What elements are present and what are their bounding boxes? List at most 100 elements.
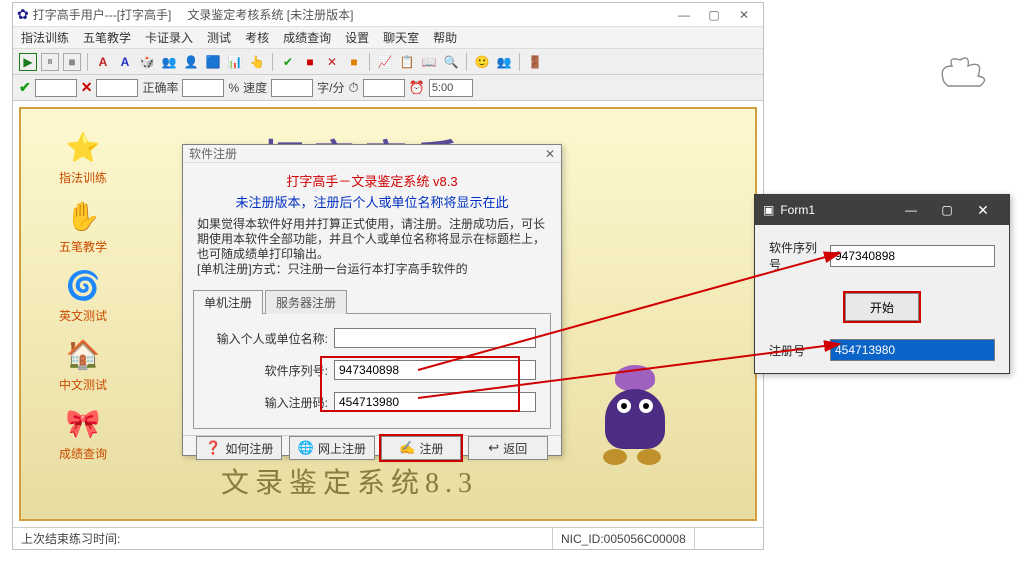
menu-fingering[interactable]: 指法训练 — [21, 29, 69, 46]
block-icon[interactable]: 🟦 — [204, 53, 222, 71]
swirl-icon: 🌀 — [61, 265, 105, 305]
menu-exam[interactable]: 考核 — [245, 29, 269, 46]
pct-label: % — [228, 81, 239, 95]
play-icon[interactable]: ▶ — [19, 53, 37, 71]
globe-icon: 🌐 — [298, 440, 314, 456]
form1-serial-input[interactable] — [830, 245, 995, 267]
correct-value — [35, 79, 77, 97]
menu-wubi[interactable]: 五笔教学 — [83, 29, 131, 46]
sidebar: ⭐ 指法训练 ✋ 五笔教学 🌀 英文测试 🏠 中文测试 🎀 成绩查询 — [43, 127, 123, 462]
menu-test[interactable]: 测试 — [207, 29, 231, 46]
titlebar: ✿ 打字高手用户---[打字高手] 文录鉴定考核系统 [未注册版本] — ▢ ✕ — [13, 3, 763, 27]
user-icon[interactable]: 🙂 — [473, 53, 491, 71]
form1-code-input[interactable] — [830, 339, 995, 361]
serial-input[interactable] — [334, 360, 536, 380]
how-register-button[interactable]: ❓如何注册 — [196, 436, 282, 460]
sidebar-item-english[interactable]: 🌀 英文测试 — [59, 265, 107, 324]
menu-settings[interactable]: 设置 — [345, 29, 369, 46]
wrong-icon: ✕ — [81, 79, 93, 96]
register-button[interactable]: ✍注册 — [381, 436, 461, 460]
code-input[interactable] — [334, 392, 536, 412]
sidebar-item-label: 英文测试 — [59, 307, 107, 324]
speed-label: 速度 — [243, 79, 267, 96]
sidebar-item-label: 成绩查询 — [59, 445, 107, 462]
sidebar-item-score[interactable]: 🎀 成绩查询 — [59, 403, 107, 462]
speed-value — [271, 79, 313, 97]
check-icon[interactable]: ✔ — [279, 53, 297, 71]
book-icon[interactable]: 📖 — [420, 53, 438, 71]
form1-start-button[interactable]: 开始 — [845, 293, 919, 321]
wrong-value — [96, 79, 138, 97]
form1-title: Form1 — [780, 203, 893, 217]
minimize-button[interactable]: — — [669, 5, 699, 25]
rate-label: 正确率 — [142, 79, 178, 96]
form1-titlebar: ▣ Form1 — ▢ ✕ — [755, 195, 1009, 225]
write-icon: ✍ — [399, 440, 415, 456]
cross-icon[interactable]: ✕ — [323, 53, 341, 71]
flag-icon[interactable]: ■ — [301, 53, 319, 71]
sidebar-item-fingering[interactable]: ⭐ 指法训练 — [59, 127, 107, 186]
form1-max-button[interactable]: ▢ — [929, 203, 965, 217]
question-icon: ❓ — [205, 440, 221, 456]
form1-min-button[interactable]: — — [893, 203, 929, 217]
unit-label: 字/分 — [317, 79, 344, 96]
pause-icon[interactable]: ⏸ — [41, 53, 59, 71]
people-icon[interactable]: 👥 — [160, 53, 178, 71]
square-icon[interactable]: ■ — [345, 53, 363, 71]
menu-card[interactable]: 卡证录入 — [145, 29, 193, 46]
toolbar-icons: ▶ ⏸ ■ A A 🎲 👥 👤 🟦 📊 👆 ✔ ■ ✕ ■ 📈 📋 📖 🔍 🙂 … — [13, 49, 763, 75]
form1-window: ▣ Form1 — ▢ ✕ 软件序列号 开始 注册号 — [754, 194, 1010, 374]
title-1: 打字高手用户---[打字高手] — [33, 6, 172, 23]
tabstrip: 单机注册 服务器注册 — [193, 289, 551, 314]
people2-icon[interactable]: 👤 — [182, 53, 200, 71]
tab-local[interactable]: 单机注册 — [193, 290, 263, 314]
tab-server[interactable]: 服务器注册 — [265, 290, 347, 314]
brand-subtitle: 文录鉴定系统8.3 — [221, 461, 478, 501]
users-icon[interactable]: 👥 — [495, 53, 513, 71]
name-input[interactable] — [334, 328, 536, 348]
ribbon-icon: 🎀 — [61, 403, 105, 443]
menu-chat[interactable]: 聊天室 — [383, 29, 419, 46]
form-area: 输入个人或单位名称: 软件序列号: 输入注册码: — [193, 314, 551, 429]
dialog-title: 软件注册 — [189, 145, 237, 162]
table-icon[interactable]: 📋 — [398, 53, 416, 71]
statusbar: 上次结束练习时间: NIC_ID:005056C00008 — [13, 527, 763, 549]
serial-label: 软件序列号: — [208, 362, 328, 379]
dialog-subheading: 未注册版本，注册后个人或单位名称将显示在此 — [193, 192, 551, 211]
timer-value: 5:00 — [429, 79, 473, 97]
stop-icon[interactable]: ■ — [63, 53, 81, 71]
toolbar-stats: ✔ ✕ 正确率 % 速度 字/分 ⏱ ⏰ 5:00 — [13, 75, 763, 101]
status-left: 上次结束练习时间: — [13, 528, 553, 549]
cursor-icon[interactable]: 👆 — [248, 53, 266, 71]
menu-help[interactable]: 帮助 — [433, 29, 457, 46]
clock-icon: ⏱ — [349, 80, 359, 96]
house-icon: 🏠 — [61, 334, 105, 374]
form1-close-button[interactable]: ✕ — [965, 202, 1001, 219]
dialog-close-button[interactable]: ✕ — [545, 147, 555, 161]
graph-icon[interactable]: 📈 — [376, 53, 394, 71]
sidebar-item-wubi[interactable]: ✋ 五笔教学 — [59, 196, 107, 255]
font-icon[interactable]: A — [94, 53, 112, 71]
close-button[interactable]: ✕ — [729, 5, 759, 25]
online-register-button[interactable]: 🌐网上注册 — [289, 436, 375, 460]
menubar: 指法训练 五笔教学 卡证录入 测试 考核 成绩查询 设置 聊天室 帮助 — [13, 27, 763, 49]
sidebar-item-label: 五笔教学 — [59, 238, 107, 255]
title-2: 文录鉴定考核系统 [未注册版本] — [187, 6, 353, 23]
hand-icon: ✋ — [61, 196, 105, 236]
dialog-heading: 打字高手－文录鉴定系统 v8.3 — [193, 171, 551, 190]
dialog-titlebar: 软件注册 ✕ — [183, 145, 561, 163]
sidebar-item-chinese[interactable]: 🏠 中文测试 — [59, 334, 107, 393]
sidebar-item-label: 中文测试 — [59, 376, 107, 393]
correct-icon: ✔ — [19, 79, 31, 96]
exit-icon[interactable]: 🚪 — [526, 53, 544, 71]
maximize-button[interactable]: ▢ — [699, 5, 729, 25]
chart-icon[interactable]: 📊 — [226, 53, 244, 71]
menu-score[interactable]: 成绩查询 — [283, 29, 331, 46]
back-icon: ↩ — [488, 440, 499, 456]
font-blue-icon[interactable]: A — [116, 53, 134, 71]
app-icon: ✿ — [17, 6, 29, 23]
return-button[interactable]: ↩返回 — [468, 436, 548, 460]
search-icon[interactable]: 🔍 — [442, 53, 460, 71]
form1-app-icon: ▣ — [763, 203, 774, 217]
rubik-icon[interactable]: 🎲 — [138, 53, 156, 71]
